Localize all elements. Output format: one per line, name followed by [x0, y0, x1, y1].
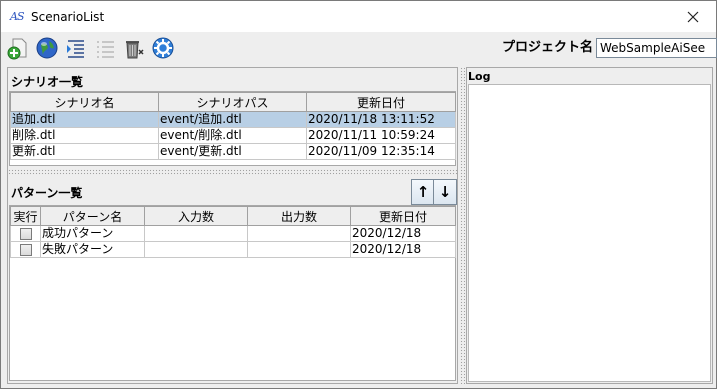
delete-button[interactable]: [121, 35, 147, 61]
close-button[interactable]: [670, 1, 716, 32]
close-icon: [687, 11, 699, 22]
output-count-cell[interactable]: [247, 241, 351, 258]
new-scenario-icon: [7, 38, 27, 60]
scenario-table: シナリオ名 シナリオパス 更新日付 追加.dtl event/追加.dtl 2020…: [10, 92, 456, 160]
column-header-updated-date[interactable]: 更新日付: [306, 92, 456, 112]
table-row[interactable]: 失敗パターン 2020/12/18: [10, 241, 456, 258]
scenario-list-window: AS ScenarioList プロジェクト名 WebSampleAiSee シ…: [0, 0, 717, 389]
title-bar: AS ScenarioList: [1, 1, 716, 32]
pattern-name-cell[interactable]: 成功パターン: [40, 225, 145, 242]
pattern-date-cell[interactable]: 2020/12/18: [350, 225, 456, 242]
project-name-label: プロジェクト名: [501, 40, 593, 55]
new-scenario-button[interactable]: [5, 35, 31, 61]
settings-button[interactable]: [150, 35, 176, 61]
log-text-area[interactable]: [468, 84, 711, 382]
project-name-input[interactable]: [596, 38, 717, 58]
settings-icon: [152, 37, 174, 59]
run-checkbox[interactable]: [19, 227, 32, 240]
pattern-table: 実行 パターン名 入力数 出力数 更新日付 成功パターン 2020/12/18 失敗…: [10, 206, 456, 258]
move-down-button[interactable]: ↓: [433, 179, 457, 205]
scenario-date-cell[interactable]: 2020/11/09 12:35:14: [306, 143, 456, 160]
scenario-path-cell[interactable]: event/追加.dtl: [158, 111, 307, 128]
log-pane: Log: [466, 67, 713, 384]
log-title: Log: [468, 70, 491, 83]
horizontal-splitter[interactable]: [8, 169, 457, 175]
scenario-table-frame: シナリオ名 シナリオパス 更新日付 追加.dtl event/追加.dtl 2020…: [9, 91, 456, 166]
app-logo-icon: AS: [10, 10, 24, 23]
column-header-run[interactable]: 実行: [10, 206, 41, 226]
run-checkbox-cell: [10, 241, 41, 258]
table-row[interactable]: 削除.dtl event/削除.dtl 2020/11/11 10:59:24: [10, 127, 456, 144]
globe-icon: [36, 37, 58, 59]
column-header-scenario-name[interactable]: シナリオ名: [10, 92, 159, 112]
pattern-table-frame: 実行 パターン名 入力数 出力数 更新日付 成功パターン 2020/12/18 失敗…: [9, 205, 456, 381]
input-count-cell[interactable]: [144, 241, 248, 258]
scenario-path-cell[interactable]: event/削除.dtl: [158, 127, 307, 144]
table-row[interactable]: 成功パターン 2020/12/18: [10, 225, 456, 242]
indent-icon: [67, 40, 84, 58]
run-checkbox[interactable]: [19, 243, 32, 256]
scenario-path-cell[interactable]: event/更新.dtl: [158, 143, 307, 160]
window-title: ScenarioList: [31, 10, 105, 24]
column-header-pattern-date[interactable]: 更新日付: [350, 206, 456, 226]
scenario-name-cell[interactable]: 追加.dtl: [10, 111, 159, 128]
globe-button[interactable]: [34, 35, 60, 61]
output-count-cell[interactable]: [247, 225, 351, 242]
move-up-button[interactable]: ↑: [411, 179, 435, 205]
column-header-scenario-path[interactable]: シナリオパス: [158, 92, 307, 112]
list-button[interactable]: [92, 35, 118, 61]
input-count-cell[interactable]: [144, 225, 248, 242]
scenario-date-cell[interactable]: 2020/11/11 10:59:24: [306, 127, 456, 144]
pattern-list-title: パターン一覧: [11, 186, 83, 200]
left-pane: シナリオ一覧 シナリオ名 シナリオパス 更新日付 追加.dtl event/追加.…: [7, 67, 458, 384]
column-header-input-count[interactable]: 入力数: [144, 206, 248, 226]
column-header-output-count[interactable]: 出力数: [247, 206, 351, 226]
table-row[interactable]: 追加.dtl event/追加.dtl 2020/11/18 13:11:52: [10, 111, 456, 128]
pattern-name-cell[interactable]: 失敗パターン: [40, 241, 145, 258]
scenario-date-cell[interactable]: 2020/11/18 13:11:52: [306, 111, 456, 128]
vertical-splitter[interactable]: [460, 67, 465, 384]
column-header-pattern-name[interactable]: パターン名: [40, 206, 145, 226]
trash-icon: [126, 41, 144, 59]
scenario-list-title: シナリオ一覧: [11, 75, 84, 89]
scenario-name-cell[interactable]: 更新.dtl: [10, 143, 159, 160]
table-row[interactable]: 更新.dtl event/更新.dtl 2020/11/09 12:35:14: [10, 143, 456, 160]
indent-button[interactable]: [63, 35, 89, 61]
run-checkbox-cell: [10, 225, 41, 242]
list-icon: [97, 41, 114, 58]
scenario-name-cell[interactable]: 削除.dtl: [10, 127, 159, 144]
pattern-date-cell[interactable]: 2020/12/18: [350, 241, 456, 258]
